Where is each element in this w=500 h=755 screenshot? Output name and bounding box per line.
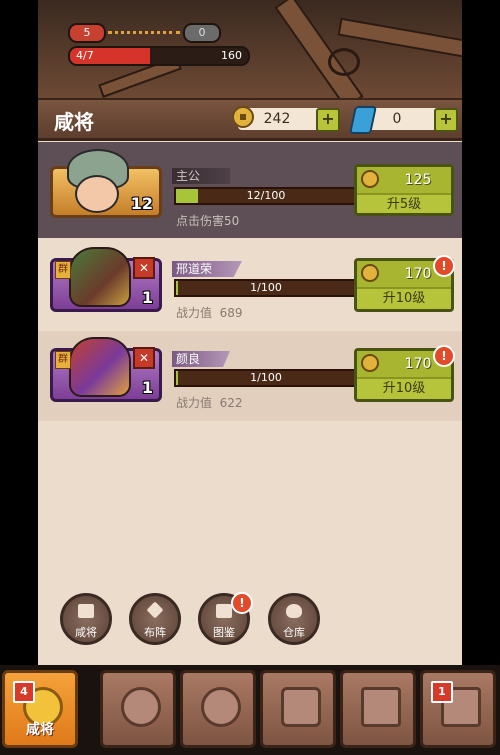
lord-level: 12 bbox=[130, 194, 153, 213]
helmet-icon bbox=[201, 687, 241, 727]
lord-portrait[interactable]: 12 bbox=[50, 149, 162, 218]
hero-power: 战力值 689 bbox=[176, 304, 243, 321]
list-item-hero: 群 ✕ 1 邢道荣 1/100 战力值 689 170 升10级 ! bbox=[38, 241, 462, 329]
book-icon bbox=[216, 604, 232, 618]
wave-progress: 4/7 bbox=[76, 49, 94, 62]
bag-icon bbox=[286, 604, 302, 618]
formation-icon bbox=[146, 601, 164, 619]
button-label: 咸将 bbox=[75, 626, 97, 639]
power-value: 622 bbox=[219, 396, 243, 410]
add-gold-button[interactable]: + bbox=[316, 108, 340, 132]
gold-counter: 242 + bbox=[232, 106, 340, 132]
heroes-button[interactable]: 咸将 bbox=[60, 593, 112, 645]
gold-value: 242 bbox=[263, 111, 291, 127]
game-screen: 5 0 4/7 160 咸将 242 + 0 + 12 主公 12/100 点击… bbox=[38, 0, 462, 755]
codex-button[interactable]: 图鉴 ! bbox=[198, 592, 253, 645]
power-label: 战力值 bbox=[176, 396, 213, 410]
lord-progress-text: 12/100 bbox=[246, 189, 286, 202]
list-item-lord: 12 主公 12/100 点击伤害50 125 升5级 bbox=[38, 142, 462, 238]
hero-portrait[interactable]: 群 ✕ 1 bbox=[50, 337, 162, 402]
lord-name: 主公 bbox=[172, 168, 231, 184]
hero-level: 1 bbox=[141, 288, 153, 307]
power-value: 689 bbox=[219, 306, 243, 320]
crossed-swords-icon: ✕ bbox=[133, 347, 155, 369]
list-icon bbox=[78, 604, 94, 618]
hero-progress-text: 1/100 bbox=[250, 281, 282, 294]
lord-progress-bar: 12/100 bbox=[174, 187, 358, 205]
hero-name: 邢道荣 bbox=[172, 261, 243, 277]
tab-heroes[interactable]: 4 咸将 bbox=[2, 670, 78, 748]
notification-badge: 1 bbox=[431, 681, 453, 703]
hero-level: 1 bbox=[141, 378, 153, 397]
alert-icon: ! bbox=[231, 592, 253, 614]
upgrade-label: 升10级 bbox=[382, 291, 426, 306]
button-label: 布阵 bbox=[144, 626, 166, 639]
hero-portrait[interactable]: 群 ✕ 1 bbox=[50, 247, 162, 312]
gem-counter: 0 + bbox=[349, 106, 458, 134]
chest-icon bbox=[281, 687, 321, 727]
faction-tag: 群 bbox=[55, 261, 71, 279]
button-label: 图鉴 bbox=[213, 626, 235, 639]
hero-upgrade-button[interactable]: 170 升10级 ! bbox=[354, 345, 455, 402]
tab-label: 咸将 bbox=[26, 722, 54, 738]
lord-face bbox=[75, 175, 119, 213]
hero-power: 战力值 622 bbox=[176, 394, 243, 411]
tab-scroll[interactable] bbox=[340, 670, 416, 748]
button-label: 仓库 bbox=[283, 626, 305, 639]
page-title: 咸将 bbox=[54, 110, 94, 134]
lord-upgrade-button[interactable]: 125 升5级 bbox=[354, 164, 454, 216]
upgrade-label: 升10级 bbox=[382, 381, 426, 396]
hero-name: 颜良 bbox=[172, 351, 231, 367]
gem-value: 0 bbox=[392, 111, 402, 127]
stage-progress-dots bbox=[108, 31, 180, 34]
bottom-nav: 4 咸将 1 bbox=[0, 665, 500, 755]
hero-avatar bbox=[69, 247, 131, 307]
hero-progress-bar: 1/100 bbox=[174, 279, 358, 297]
warehouse-button[interactable]: 仓库 bbox=[268, 593, 320, 645]
next-stage-badge: 0 bbox=[183, 23, 221, 43]
hero-progress-text: 1/100 bbox=[250, 371, 282, 384]
alert-icon: ! bbox=[433, 255, 455, 277]
coin-icon bbox=[361, 264, 379, 282]
formation-button[interactable]: 布阵 bbox=[129, 593, 181, 645]
notification-badge: 4 bbox=[13, 681, 35, 703]
coin-icon bbox=[361, 354, 379, 372]
list-item-hero: 群 ✕ 1 颜良 1/100 战力值 622 170 升10级 ! bbox=[38, 331, 462, 421]
enemy-hp-bar: 4/7 160 bbox=[68, 46, 250, 66]
armor-icon bbox=[121, 687, 161, 727]
upgrade-label: 升5级 bbox=[386, 197, 422, 212]
upgrade-cost-area: 125 bbox=[357, 167, 451, 195]
current-stage-badge: 5 bbox=[68, 23, 106, 43]
title-bar: 咸将 242 + 0 + bbox=[38, 98, 462, 141]
battle-scene[interactable]: 5 0 4/7 160 bbox=[38, 0, 462, 100]
hero-avatar bbox=[69, 337, 131, 397]
lord-stat: 点击伤害50 bbox=[176, 214, 240, 228]
tab-chest[interactable] bbox=[260, 670, 336, 748]
tab-armor[interactable] bbox=[100, 670, 176, 748]
scroll-icon bbox=[361, 687, 401, 727]
add-gem-button[interactable]: + bbox=[434, 108, 458, 132]
enemy-hp-value: 160 bbox=[221, 49, 242, 62]
tab-helmet[interactable] bbox=[180, 670, 256, 748]
crossed-swords-icon: ✕ bbox=[133, 257, 155, 279]
upgrade-cost: 125 bbox=[404, 172, 432, 188]
faction-tag: 群 bbox=[55, 351, 71, 369]
alert-icon: ! bbox=[433, 345, 455, 367]
coin-icon bbox=[361, 170, 379, 188]
hero-progress-bar: 1/100 bbox=[174, 369, 358, 387]
tab-scroll-2[interactable]: 1 bbox=[420, 670, 496, 748]
rope-coil bbox=[328, 48, 360, 76]
hero-upgrade-button[interactable]: 170 升10级 ! bbox=[354, 255, 455, 312]
power-label: 战力值 bbox=[176, 306, 213, 320]
